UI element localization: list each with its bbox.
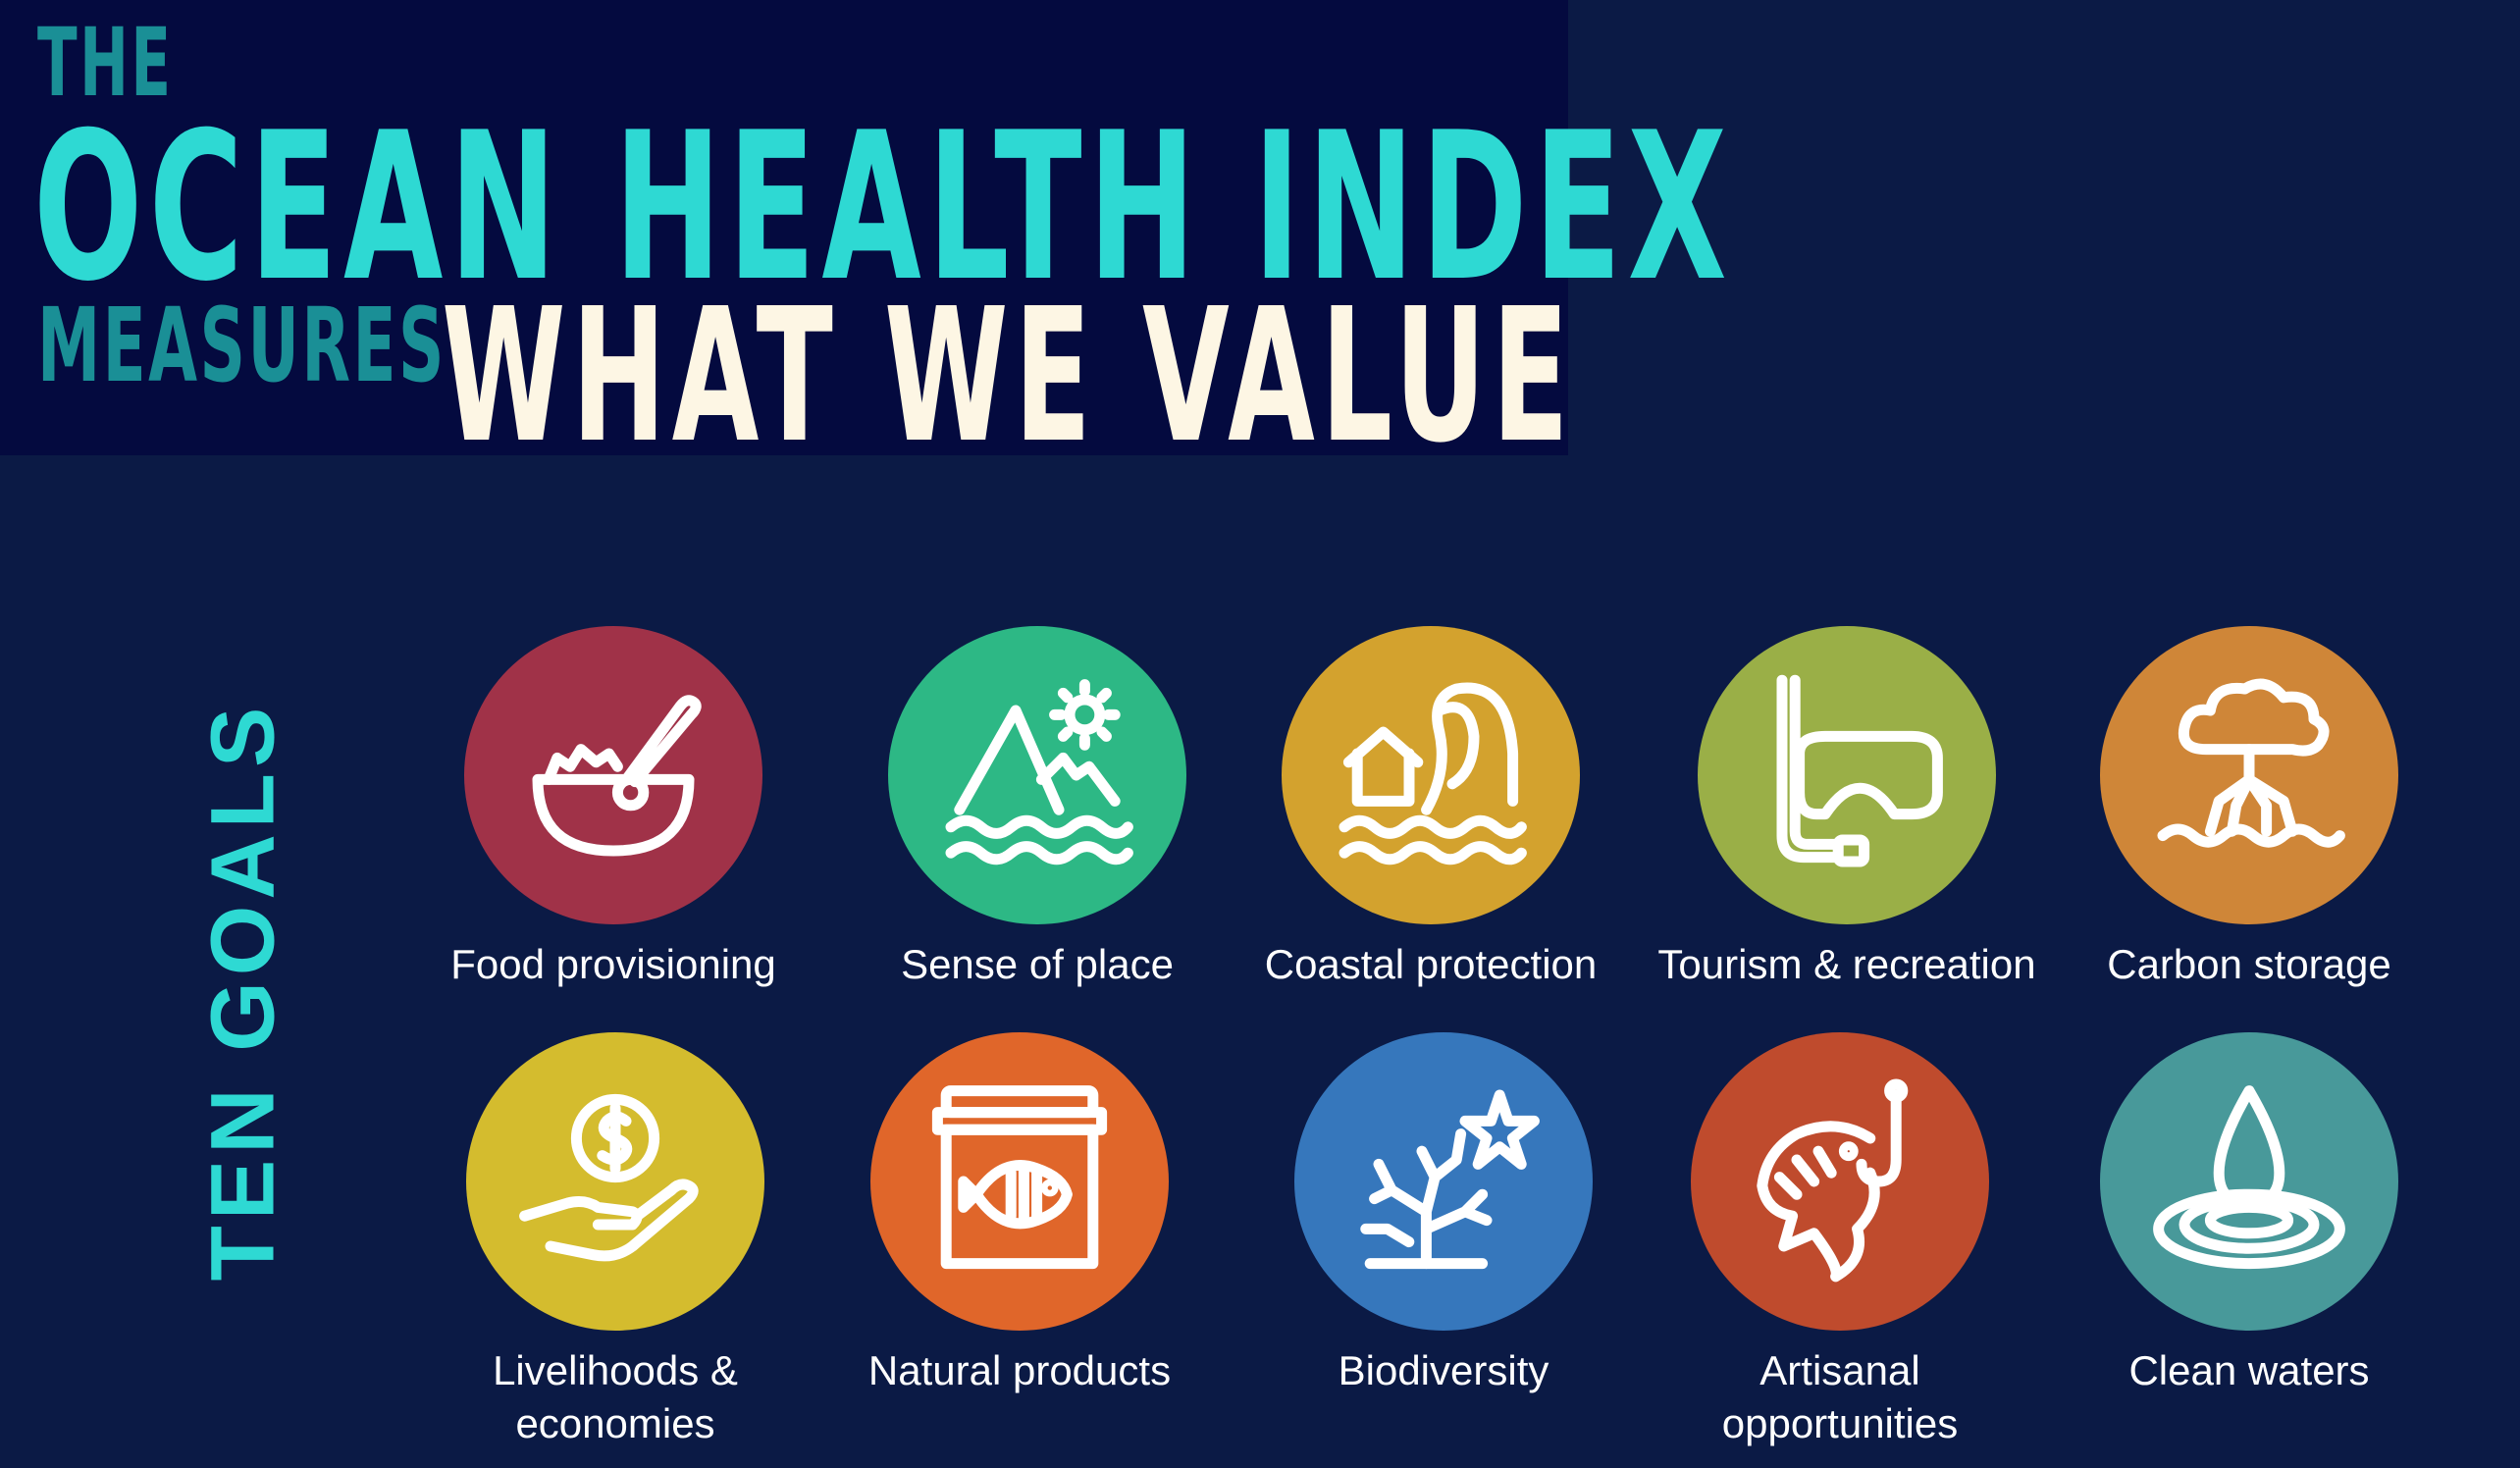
water-drop-icon [2100,1032,2398,1331]
goal-sense-of-place: Sense of place [841,626,1234,991]
fish-tank-icon [870,1032,1169,1331]
goal-label: Natural products [867,1347,1172,1393]
goal-label: Clean waters [2128,1347,2370,1393]
goal-label: Livelihoods & economies [493,1347,738,1446]
goal-livelihoods-economies: Livelihoods & economies [419,1032,812,1450]
snorkel-mask-icon [1698,626,1996,924]
goal-artisanal-opportunities: Artisanal opportunities [1644,1032,2036,1450]
goal-biodiversity: Biodiversity [1247,1032,1640,1397]
goal-carbon-storage: Carbon storage [2053,626,2445,991]
goal-label: Tourism & recreation [1657,941,2036,987]
fish-hook-icon [1691,1032,1989,1331]
goal-label: Sense of place [901,941,1174,987]
goal-label: Biodiversity [1338,1347,1549,1393]
house-wave-icon [1282,626,1580,924]
ten-goals-label: TEN GOALS [192,701,293,1282]
goal-tourism-recreation: Tourism & recreation [1651,626,2043,991]
title-measures: MEASURES [37,286,446,405]
goal-coastal-protection: Coastal protection [1234,626,1627,991]
title-what-we-value: WHAT WE VALUE [442,269,1575,484]
goal-food-provisioning: Food provisioning [417,626,810,991]
goal-natural-products: Natural products [823,1032,1216,1397]
hand-coin-icon [466,1032,764,1331]
food-bowl-icon [464,626,762,924]
title-banner: THE OCEAN HEALTH INDEX MEASURES WHAT WE … [0,0,1727,469]
mountain-sun-icon [888,626,1186,924]
goal-label: Coastal protection [1264,941,1598,987]
goal-label: Carbon storage [2107,941,2391,987]
mangrove-tree-icon [2100,626,2398,924]
goal-clean-waters: Clean waters [2053,1032,2445,1397]
goal-label: Food provisioning [450,941,776,987]
coral-starfish-icon [1294,1032,1593,1331]
goal-label: Artisanal opportunities [1721,1347,1959,1446]
